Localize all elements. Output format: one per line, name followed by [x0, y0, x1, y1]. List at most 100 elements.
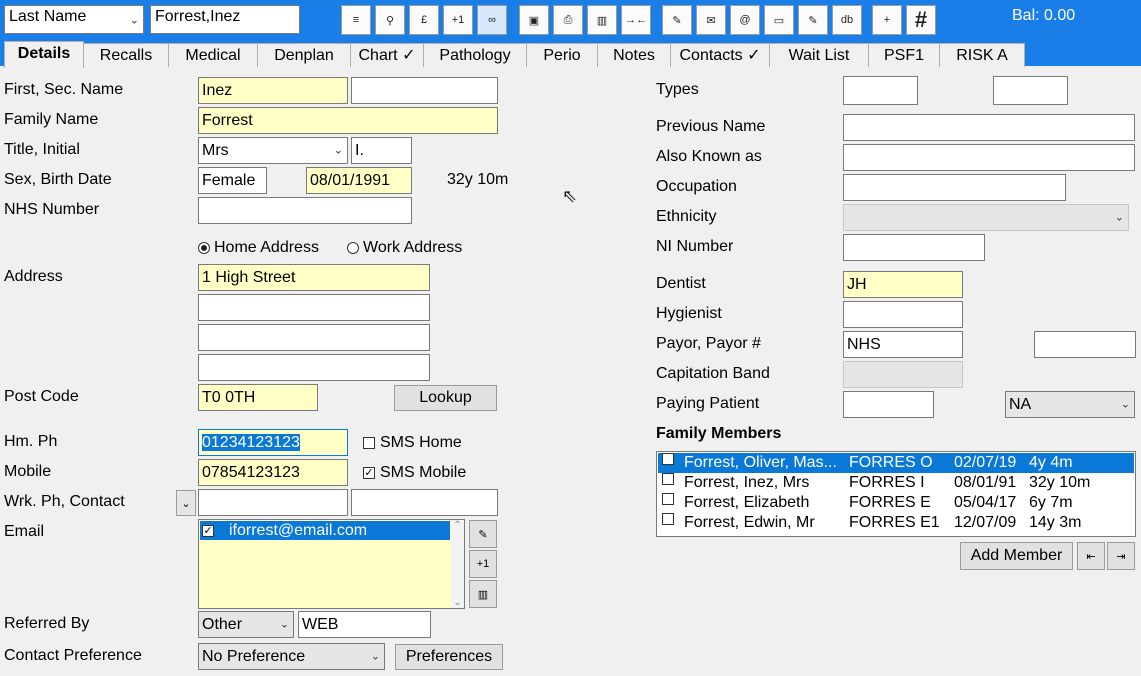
payor-number-field[interactable]	[1034, 331, 1136, 358]
tab-details[interactable]: Details	[4, 41, 84, 68]
tools-icon[interactable]: ✎	[662, 5, 692, 35]
lookup-button[interactable]: Lookup	[394, 385, 497, 411]
tab-notes[interactable]: Notes	[597, 43, 671, 67]
plus-one-icon[interactable]: +1	[469, 550, 497, 578]
preferences-button[interactable]: Preferences	[395, 644, 503, 670]
mouse-cursor-icon: ⇖	[562, 186, 578, 206]
note-icon[interactable]: ✎	[798, 5, 828, 35]
delete-icon[interactable]: ▥	[469, 580, 497, 608]
delete-icon[interactable]: ▥	[587, 5, 617, 35]
tab-medical[interactable]: Medical	[168, 43, 258, 67]
email-scrollbar[interactable]: ⌃ ⌄	[451, 520, 464, 608]
birth-date-field[interactable]: 08/01/1991	[306, 167, 412, 194]
import-icon[interactable]: ⇤	[1077, 542, 1105, 570]
hygienist-field[interactable]	[843, 301, 963, 328]
export-icon[interactable]: ⇥	[1107, 542, 1135, 570]
initial-field[interactable]: I.	[351, 137, 412, 164]
tab-risk-a[interactable]: RISK A	[939, 43, 1025, 67]
pound-icon[interactable]: £	[409, 5, 439, 35]
grid-icon[interactable]: #	[906, 5, 936, 35]
search-type-select[interactable]: Last Name ⌄	[4, 5, 144, 34]
post-code-field[interactable]: T0 0TH	[198, 384, 318, 411]
merge-icon[interactable]: →←	[621, 5, 651, 35]
dentist-field[interactable]: JH	[843, 271, 963, 298]
family-member-row[interactable]: Forrest, Elizabeth FORRES E 05/04/17 6y …	[658, 493, 1134, 513]
tab-pathology[interactable]: Pathology	[423, 43, 527, 67]
family-members-list[interactable]: Forrest, Oliver, Mas... FORRES O 02/07/1…	[656, 451, 1136, 537]
types-field-1[interactable]	[843, 76, 918, 105]
second-name-field[interactable]	[351, 77, 498, 104]
wrk-ph-label: Wrk. Ph, Contact	[4, 493, 125, 510]
tab-chart[interactable]: Chart ✓	[350, 43, 424, 67]
add-page-icon[interactable]: +	[872, 5, 902, 35]
chevron-down-icon: ⌄	[1114, 211, 1124, 223]
family-member-row[interactable]: Forrest, Inez, Mrs FORRES I 08/01/91 32y…	[658, 473, 1134, 493]
address-line-2[interactable]	[198, 294, 430, 321]
paying-patient-select[interactable]: NA ⌄	[1005, 391, 1135, 418]
ni-number-field[interactable]	[843, 234, 985, 261]
work-address-radio[interactable]: Work Address	[347, 239, 462, 257]
hm-ph-field[interactable]: 01234123123	[198, 429, 348, 456]
home-address-radio[interactable]: Home Address	[198, 239, 319, 257]
tab-recalls[interactable]: Recalls	[83, 43, 169, 67]
family-name-field[interactable]: Forrest	[198, 107, 498, 134]
first-name-field[interactable]: Inez	[198, 77, 348, 104]
title-select[interactable]: Mrs ⌄	[198, 137, 348, 164]
plus-one-icon[interactable]: +1	[443, 5, 473, 35]
contact-pref-select[interactable]: No Preference ⌄	[198, 643, 385, 670]
address-line-1[interactable]: 1 High Street	[198, 264, 430, 291]
referred-by-select[interactable]: Other ⌄	[198, 611, 294, 638]
checkbox-icon	[363, 436, 375, 449]
sms-home-checkbox[interactable]: SMS Home	[363, 434, 462, 452]
ethnicity-select[interactable]: ⌄	[843, 204, 1129, 231]
patient-search-input[interactable]: Forrest,Inez	[150, 5, 300, 34]
sex-field[interactable]: Female	[198, 167, 267, 194]
scroll-up-icon[interactable]: ⌃	[451, 520, 464, 531]
contact-field[interactable]	[351, 489, 498, 516]
checkbox-checked-icon: ✓	[363, 466, 375, 479]
email-icon[interactable]: @	[730, 5, 760, 35]
payor-field[interactable]: NHS	[843, 331, 963, 358]
scroll-down-icon[interactable]: ⌄	[451, 597, 464, 608]
tab-psf1[interactable]: PSF1	[868, 43, 940, 67]
search-icon[interactable]: ⚲	[375, 5, 405, 35]
chevron-down-icon[interactable]: ⌄	[176, 490, 196, 516]
link-icon[interactable]: ∞	[477, 5, 507, 35]
sex-birth-label: Sex, Birth Date	[4, 171, 112, 188]
types-label: Types	[656, 81, 699, 98]
capitation-band-label: Capitation Band	[656, 365, 770, 382]
nhs-number-field[interactable]	[198, 197, 412, 224]
hm-ph-label: Hm. Ph	[4, 433, 58, 450]
tab-wait-list[interactable]: Wait List	[769, 43, 869, 67]
tab-denplan[interactable]: Denplan	[257, 43, 351, 67]
email-edit-icon[interactable]: ✎	[469, 520, 497, 548]
aka-field[interactable]	[843, 144, 1135, 171]
letter-icon[interactable]: ✉	[696, 5, 726, 35]
card-icon[interactable]: ▭	[764, 5, 794, 35]
occupation-field[interactable]	[843, 174, 1066, 201]
email-list-item[interactable]: ✓ iforrest@email.com	[200, 521, 450, 540]
sms-mobile-checkbox[interactable]: ✓ SMS Mobile	[363, 464, 466, 482]
email-list[interactable]: ✓ iforrest@email.com ⌃ ⌄	[198, 519, 465, 609]
ni-number-label: NI Number	[656, 238, 734, 255]
print-icon[interactable]: ⎙	[553, 5, 583, 35]
types-field-2[interactable]	[993, 76, 1068, 105]
wrk-ph-field[interactable]	[198, 489, 348, 516]
tab-perio[interactable]: Perio	[526, 43, 598, 67]
mobile-field[interactable]: 07854123123	[198, 459, 348, 486]
referred-detail-field[interactable]: WEB	[298, 611, 431, 638]
save-icon[interactable]: ▣	[519, 5, 549, 35]
paying-patient-field[interactable]	[843, 391, 934, 418]
address-line-4[interactable]	[198, 354, 430, 381]
list-icon[interactable]: ≡	[341, 5, 371, 35]
checkbox-icon	[662, 453, 674, 465]
add-member-button[interactable]: Add Member	[960, 542, 1073, 570]
database-icon[interactable]: db	[832, 5, 862, 35]
previous-name-field[interactable]	[843, 114, 1135, 141]
tab-contacts[interactable]: Contacts ✓	[670, 43, 770, 67]
radio-icon	[347, 241, 359, 254]
family-member-row[interactable]: Forrest, Oliver, Mas... FORRES O 02/07/1…	[658, 453, 1134, 473]
family-member-row[interactable]: Forrest, Edwin, Mr FORRES E1 12/07/09 14…	[658, 513, 1134, 533]
hygienist-label: Hygienist	[656, 305, 722, 322]
address-line-3[interactable]	[198, 324, 430, 351]
